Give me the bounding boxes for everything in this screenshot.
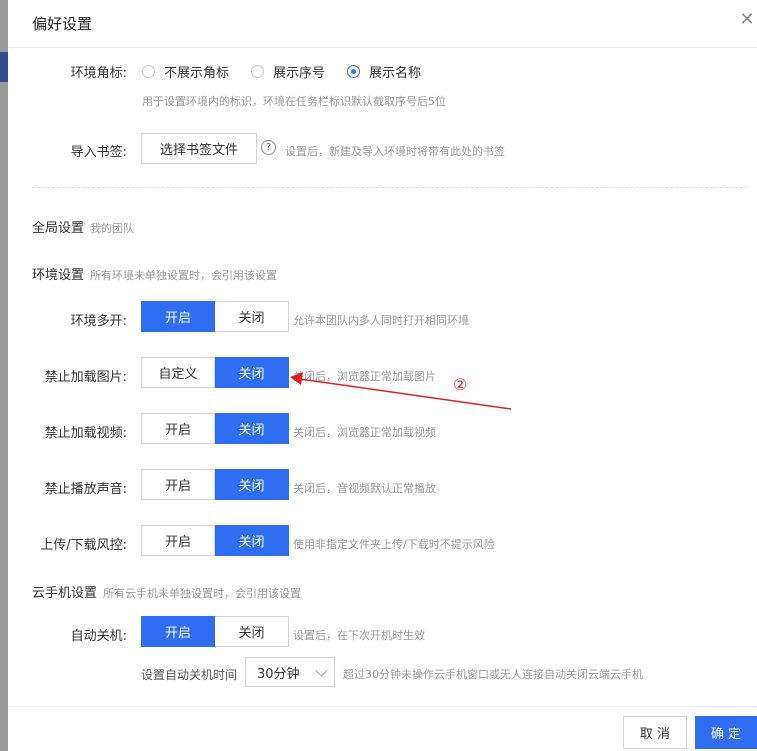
setting-hint: 关闭后，浏览器正常加载图片 xyxy=(293,370,436,383)
radio-dot xyxy=(251,65,264,78)
preferences-dialog: 偏好设置 ✕ 环境角标: 不展示角标 展示序号 展示名称 用于设置环境内的标识，… xyxy=(8,0,757,751)
setting-label: 环境多开: xyxy=(70,314,127,329)
shutdown-time-value: 30分钟 xyxy=(257,666,300,682)
global-title: 全局设置 xyxy=(32,221,85,236)
radio-label: 不展示角标 xyxy=(164,66,230,81)
auto-shutdown-toggle: 开启 关闭 xyxy=(141,616,289,647)
confirm-button[interactable]: 确 定 xyxy=(695,716,757,749)
choose-bookmark-button[interactable]: 选择书签文件 xyxy=(141,133,257,164)
toggle-option[interactable]: 开启 xyxy=(141,469,215,500)
setting-hint: 关闭后，浏览器正常加载视频 xyxy=(293,426,436,439)
bookmark-hint: 设置后，新建及导入环境时将带有此处的书签 xyxy=(285,145,505,158)
setting-hint: 关闭后，音视频默认正常播放 xyxy=(293,482,436,495)
dialog-body: 环境角标: 不展示角标 展示序号 展示名称 用于设置环境内的标识，环境在任务栏标… xyxy=(8,48,757,706)
auto-shutdown-label: 自动关机: xyxy=(70,629,127,644)
toggle-option[interactable]: 关闭 xyxy=(215,525,289,556)
setting-toggle: 开启 关闭 xyxy=(141,469,289,500)
auto-shutdown-hint: 设置后，在下次开机时生效 xyxy=(293,629,425,642)
auto-shutdown-off[interactable]: 关闭 xyxy=(215,616,289,647)
chevron-down-icon xyxy=(315,664,328,677)
close-icon[interactable]: ✕ xyxy=(737,10,757,30)
radio-show-index[interactable]: 展示序号 xyxy=(251,62,325,81)
env-badge-label: 环境角标: xyxy=(70,66,127,81)
cloud-phone-sub: 所有云手机未单独设置时，会引用该设置 xyxy=(103,587,302,600)
env-settings-title: 环境设置 xyxy=(32,268,85,283)
cloud-phone-title: 云手机设置 xyxy=(32,586,98,601)
section-divider xyxy=(32,187,748,188)
radio-hide-badge[interactable]: 不展示角标 xyxy=(142,62,229,81)
radio-dot xyxy=(142,65,155,78)
radio-label: 展示序号 xyxy=(273,66,326,81)
global-settings-heading: 全局设置 我的团队 xyxy=(32,217,134,236)
setting-hint: 使用非指定文件夹上传/下载时不提示风险 xyxy=(293,538,495,551)
dialog-title: 偏好设置 xyxy=(32,15,93,33)
bookmark-label: 导入书签: xyxy=(70,145,127,160)
toggle-option[interactable]: 开启 xyxy=(141,413,215,444)
annotation-number: ② xyxy=(453,375,468,394)
radio-dot-selected xyxy=(347,65,360,78)
radio-show-name[interactable]: 展示名称 xyxy=(347,62,421,81)
shutdown-time-select[interactable]: 30分钟 xyxy=(245,657,335,687)
env-settings-sub: 所有环境未单独设置时，会引用该设置 xyxy=(90,269,278,282)
setting-toggle: 开启 关闭 xyxy=(141,525,289,556)
global-sub: 我的团队 xyxy=(90,222,135,235)
auto-shutdown-on[interactable]: 开启 xyxy=(141,616,215,647)
cloud-phone-heading: 云手机设置 所有云手机未单独设置时，会引用该设置 xyxy=(32,582,301,601)
setting-toggle: 开启 关闭 xyxy=(141,301,289,332)
toggle-option[interactable]: 关闭 xyxy=(215,469,289,500)
cancel-button[interactable]: 取 消 xyxy=(623,716,687,749)
setting-hint: 允许本团队内多人同时打开相同环境 xyxy=(293,314,469,327)
setting-toggle: 开启 关闭 xyxy=(141,413,289,444)
env-settings-heading: 环境设置 所有环境未单独设置时，会引用该设置 xyxy=(32,264,277,283)
footer-divider xyxy=(8,706,757,707)
setting-toggle: 自定义 关闭 xyxy=(141,357,289,388)
toggle-option[interactable]: 关闭 xyxy=(215,301,289,332)
toggle-option[interactable]: 开启 xyxy=(141,525,215,556)
setting-label: 上传/下载风控: xyxy=(40,538,127,553)
toggle-option[interactable]: 自定义 xyxy=(141,357,215,388)
radio-label: 展示名称 xyxy=(369,66,422,81)
help-icon[interactable]: ? xyxy=(261,140,276,155)
shutdown-time-hint: 超过30分钟未操作云手机窗口或无人连接自动关闭云端云手机 xyxy=(343,668,643,681)
toggle-option[interactable]: 关闭 xyxy=(215,357,289,388)
env-badge-hint: 用于设置环境内的标识，环境在任务栏标识默认截取序号后5位 xyxy=(142,95,446,108)
setting-label: 禁止播放声音: xyxy=(44,482,127,497)
setting-label: 禁止加载视频: xyxy=(44,426,127,441)
toggle-option[interactable]: 关闭 xyxy=(215,413,289,444)
shutdown-time-label: 设置自动关机时间 xyxy=(141,668,238,682)
setting-label: 禁止加载图片: xyxy=(44,370,127,385)
toggle-option[interactable]: 开启 xyxy=(141,301,215,332)
